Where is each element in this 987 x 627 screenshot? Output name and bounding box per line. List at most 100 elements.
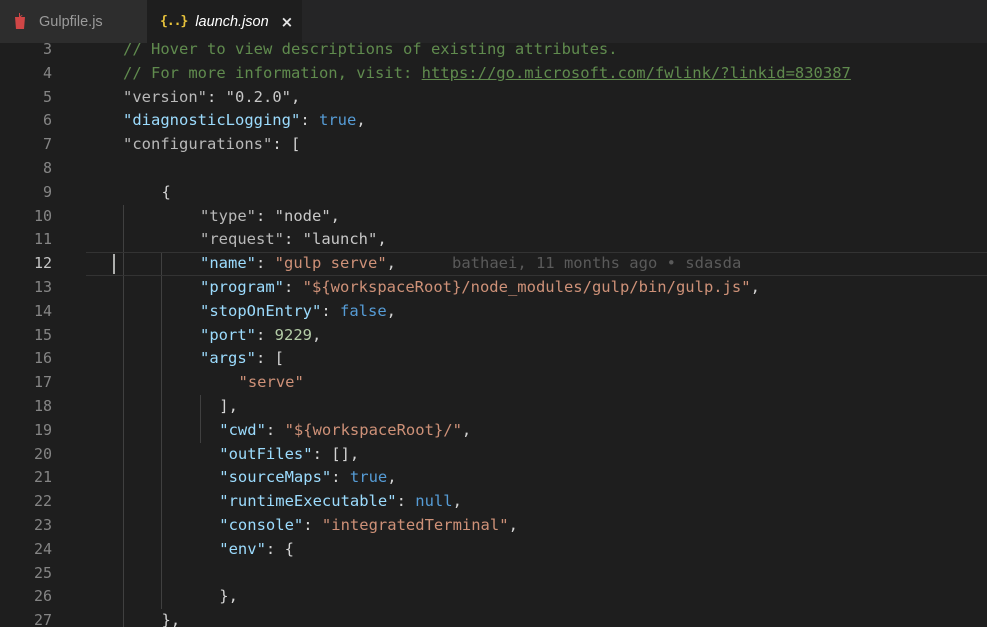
code-line[interactable]: 19 "cwd": "${workspaceRoot}/", <box>0 419 987 443</box>
code-line[interactable]: 11 "request": "launch", <box>0 228 987 252</box>
code-token: "type" <box>200 206 256 225</box>
code-text: "request": "launch", <box>200 228 387 252</box>
tab-label: launch.json <box>195 13 269 30</box>
code-token: true <box>318 111 357 130</box>
code-text: "cwd": "${workspaceRoot}/", <box>219 419 471 443</box>
code-token: , <box>291 87 301 106</box>
code-text: "type": "node", <box>200 205 340 229</box>
code-token: , <box>356 111 366 130</box>
line-number: 27 <box>33 611 52 627</box>
code-text: { <box>162 181 171 205</box>
code-line[interactable]: 17 "serve" <box>0 371 987 395</box>
code-line[interactable]: 16 "args": [ <box>0 347 987 371</box>
code-line[interactable]: 22 "runtimeExecutable": null, <box>0 490 987 514</box>
code-token: "outFiles" <box>219 444 313 463</box>
close-icon[interactable]: × <box>281 13 294 31</box>
line-number: 22 <box>33 492 52 511</box>
line-number: 13 <box>33 278 52 296</box>
code-text: "sourceMaps": true, <box>219 466 396 490</box>
code-token: : <box>284 278 303 296</box>
code-token: // Hover to view descriptions of existin… <box>123 40 618 58</box>
code-token: , <box>386 254 396 273</box>
code-text: "stopOnEntry": false, <box>200 300 396 324</box>
code-line[interactable]: 15 "port": 9229, <box>0 324 987 348</box>
code-token: : <box>256 325 275 344</box>
code-token: "configurations" <box>123 135 273 154</box>
code-token: : [ <box>272 135 301 154</box>
code-token: // For more information, visit: <box>123 63 422 82</box>
code-token: , <box>386 301 397 320</box>
code-token: "serve" <box>238 373 304 392</box>
line-number: 3 <box>42 40 52 58</box>
code-line[interactable]: 25 <box>0 562 987 586</box>
line-number: 10 <box>33 206 52 225</box>
code-text: ], <box>219 395 238 419</box>
code-token: : <box>256 206 275 225</box>
code-line[interactable]: 5 "version": "0.2.0", <box>0 86 987 110</box>
code-line[interactable]: 8 <box>0 157 987 181</box>
code-text: "configurations": [ <box>123 133 300 157</box>
line-number: 23 <box>33 516 52 534</box>
code-token: , <box>330 206 341 225</box>
code-token: : <box>256 254 275 273</box>
code-text: "port": 9229, <box>200 324 321 348</box>
code-text: "args": [ <box>200 347 284 371</box>
code-line[interactable]: 14 "stopOnEntry": false, <box>0 300 987 324</box>
tab-launch-json[interactable]: {..} launch.json × <box>147 0 302 43</box>
code-line[interactable]: 6 "diagnosticLogging": true, <box>0 109 987 133</box>
code-line[interactable]: 23 "console": "integratedTerminal", <box>0 514 987 538</box>
code-token: "diagnosticLogging" <box>123 111 301 130</box>
code-line[interactable]: 13 "program": "${workspaceRoot}/node_modu… <box>0 276 987 300</box>
code-line[interactable]: 20 "outFiles": [], <box>0 443 987 467</box>
code-editor[interactable]: 3 // Hover to view descriptions of existi… <box>0 38 987 627</box>
gulp-icon <box>15 13 25 29</box>
code-token: : <box>331 468 350 487</box>
hyperlink[interactable]: https://go.microsoft.com/fwlink/?linkid=… <box>422 64 851 82</box>
code-line[interactable]: 21 "sourceMaps": true, <box>0 466 987 490</box>
code-text: "console": "integratedTerminal", <box>219 514 518 538</box>
code-token: "program" <box>200 278 284 296</box>
code-token: , <box>461 420 472 439</box>
code-text: "outFiles": [], <box>219 443 359 467</box>
code-text: "serve" <box>239 371 304 395</box>
code-token: , <box>452 492 462 511</box>
line-number: 7 <box>42 135 52 154</box>
code-token: "console" <box>219 516 304 534</box>
code-line[interactable]: 18], <box>0 395 987 419</box>
code-token: "node" <box>274 206 331 225</box>
code-token: : <box>284 230 303 249</box>
line-number: 17 <box>33 373 52 392</box>
code-token: "runtimeExecutable" <box>219 492 397 511</box>
code-token: }, <box>219 587 238 606</box>
code-line[interactable]: 10 "type": "node", <box>0 205 987 229</box>
code-line[interactable]: 4 // For more information, visit: https:/… <box>0 62 987 86</box>
code-token: 9229 <box>274 325 312 344</box>
code-line[interactable]: 3 // Hover to view descriptions of existi… <box>0 38 987 62</box>
line-number: 15 <box>33 325 52 344</box>
code-line[interactable]: 7 "configurations": [ <box>0 133 987 157</box>
code-token: }, <box>161 611 181 627</box>
code-token: "sourceMaps" <box>219 468 332 487</box>
tab-gulpfile[interactable]: Gulpfile.js <box>0 0 147 43</box>
code-text: "runtimeExecutable": null, <box>219 490 462 514</box>
line-number: 11 <box>33 230 52 249</box>
line-number: 14 <box>33 301 52 320</box>
code-line[interactable]: 9{ <box>0 181 987 205</box>
code-line[interactable]: 12 "name": "gulp serve", bathaei, 11 mont… <box>0 252 987 276</box>
code-token: true <box>349 468 388 487</box>
code-line[interactable]: 24 "env": { <box>0 538 987 562</box>
line-number: 24 <box>33 539 52 558</box>
git-blame-annotation: bathaei, 11 months ago • sdasda <box>396 254 742 273</box>
code-text: "program": "${workspaceRoot}/node_module… <box>200 276 760 300</box>
code-token: { <box>161 182 171 201</box>
code-text: "version": "0.2.0", <box>123 86 300 110</box>
code-token: "integratedTerminal" <box>321 516 509 534</box>
code-line[interactable]: 26}, <box>0 585 987 609</box>
code-token: : <box>207 87 226 106</box>
code-token: : { <box>265 539 294 558</box>
code-token: , <box>508 516 518 534</box>
code-line[interactable]: 27}, <box>0 609 987 627</box>
code-token: : [], <box>312 444 360 463</box>
line-number: 26 <box>33 587 52 606</box>
code-token: false <box>340 301 387 320</box>
